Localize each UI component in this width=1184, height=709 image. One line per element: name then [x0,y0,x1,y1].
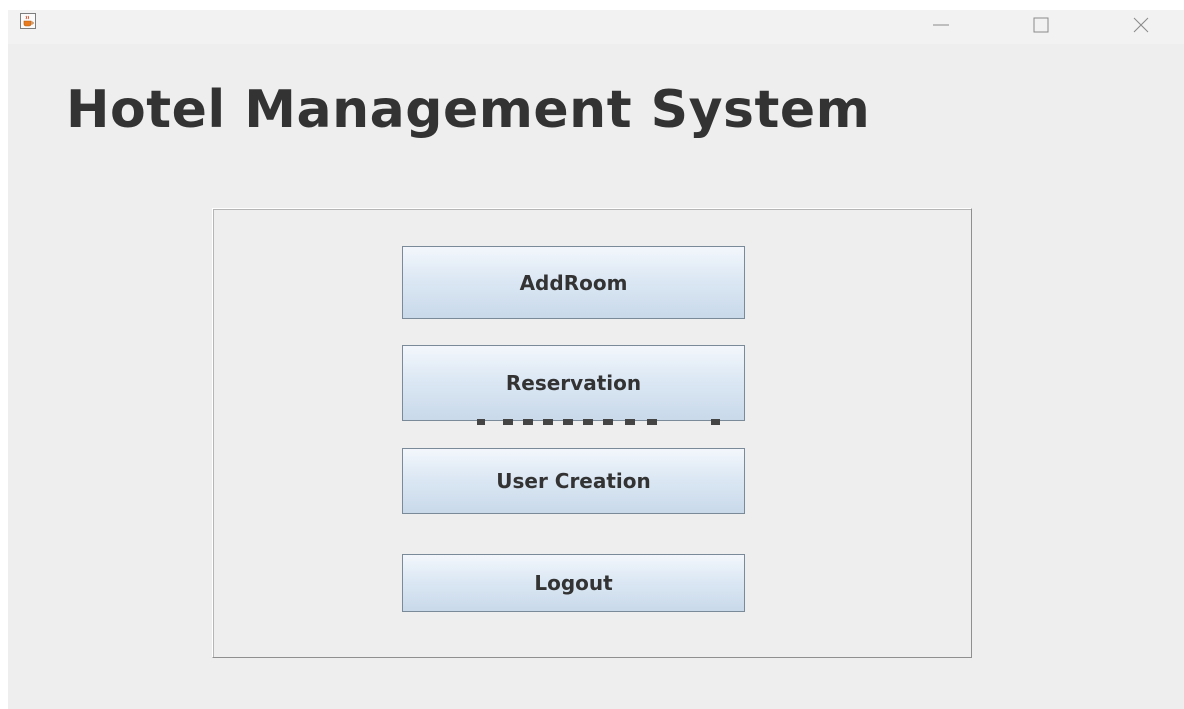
minimize-button[interactable] [918,10,964,44]
java-coffee-cup-icon[interactable] [20,13,36,29]
add-room-button[interactable]: AddRoom [402,246,745,319]
close-icon [1131,15,1151,39]
artifact-mark [543,419,553,425]
application-window: Hotel Management System AddRoom Reservat… [8,10,1184,709]
artifact-mark [523,419,533,425]
page-title: Hotel Management System [66,80,871,140]
reservation-button[interactable]: Reservation [402,345,745,421]
artifact-mark [583,419,593,425]
artifact-mark [503,419,513,425]
minimize-icon [931,15,951,39]
artifact-mark [711,419,720,425]
artifact-mark [625,419,635,425]
artifact-mark [563,419,573,425]
maximize-icon [1031,15,1051,39]
title-bar[interactable] [8,10,1184,44]
artifact-mark [603,419,613,425]
user-creation-button[interactable]: User Creation [402,448,745,514]
close-button[interactable] [1118,10,1164,44]
artifact-mark [477,419,485,425]
logout-button[interactable]: Logout [402,554,745,612]
maximize-button[interactable] [1018,10,1064,44]
menu-panel: AddRoom Reservation User Creation Logout [212,208,972,658]
artifact-mark [647,419,657,425]
